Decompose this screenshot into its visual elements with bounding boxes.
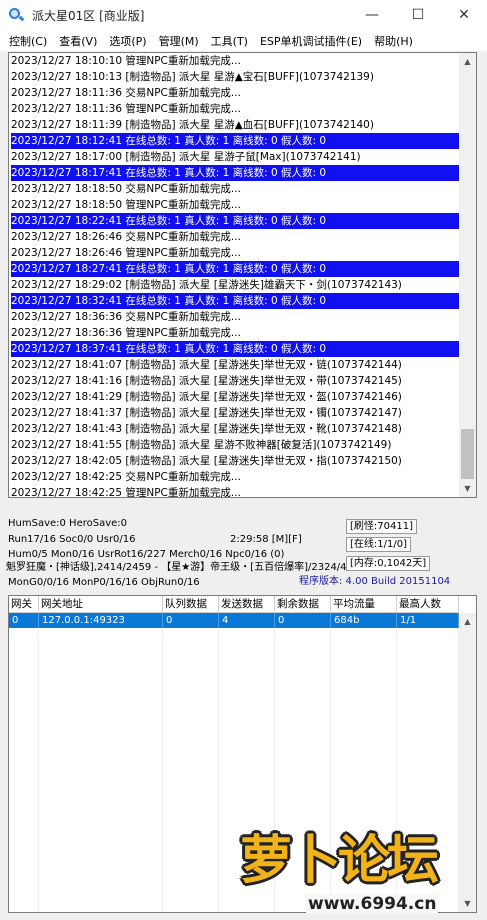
maximize-button[interactable]: ☐ [395,0,441,30]
log-line: 2023/12/27 18:26:46 管理NPC重新加载完成... [11,247,241,259]
log-line: 2023/12/27 18:36:36 交易NPC重新加载完成... [11,311,241,323]
log-line: 2023/12/27 18:36:36 管理NPC重新加载完成... [11,327,241,339]
cell-gateway: 0 [9,613,39,628]
log-line: 2023/12/27 18:41:29 [制造物品] 派大星 [星游迷失]举世无… [11,391,402,403]
magnifier-app-icon [8,7,25,23]
log-line: 2023/12/27 18:17:41 在线总数: 1 真人数: 1 离线数: … [11,165,459,181]
log-line: 2023/12/27 18:42:25 管理NPC重新加载完成... [11,487,241,498]
cell-sent: 4 [219,613,275,628]
col-traffic[interactable]: 平均流量 [331,596,397,613]
log-line: 2023/12/27 18:41:55 [制造物品] 派大星 星游不败神器[破复… [11,439,392,451]
log-line: 2023/12/27 18:37:41 在线总数: 1 真人数: 1 离线数: … [11,341,459,357]
hum-status: Hum0/5 Mon0/16 UsrRot16/227 Merch0/16 Np… [8,549,285,560]
menu-control[interactable]: 控制(C) [4,33,52,49]
col-address[interactable]: 网关地址 [39,596,163,613]
log-line: 2023/12/27 18:11:39 [制造物品] 派大星 星游▲血石[BUF… [11,119,374,131]
log-line: 2023/12/27 18:17:00 [制造物品] 派大星 星游子鼠[Max]… [11,151,361,163]
mongo-status: MonG0/0/16 MonP0/16/16 ObjRun0/16 [8,577,200,588]
log-line: 2023/12/27 18:41:43 [制造物品] 派大星 [星游迷失]举世无… [11,423,402,435]
window-title: 派大星01区 [商业版] [32,8,145,23]
title-bar: 派大星01区 [商业版] — ☐ ✕ [0,0,487,30]
col-gateway[interactable]: 网关 [9,596,39,613]
scroll-down-icon[interactable]: ▼ [459,480,476,497]
menu-manage[interactable]: 管理(M) [154,33,204,49]
log-list: 2023/12/27 18:10:10 管理NPC重新加载完成... 2023/1… [11,53,459,498]
log-line: 2023/12/27 18:22:41 在线总数: 1 真人数: 1 离线数: … [11,213,459,229]
cell-queue: 0 [163,613,219,628]
menu-options[interactable]: 选项(P) [104,33,151,49]
log-line: 2023/12/27 18:41:37 [制造物品] 派大星 [星游迷失]举世无… [11,407,402,419]
table-row[interactable]: 0 127.0.0.1:49323 0 4 0 684b 1/1 [9,613,459,628]
log-line: 2023/12/27 18:10:13 [制造物品] 派大星 星游▲宝石[BUF… [11,71,374,83]
scroll-up-icon[interactable]: ▲ [459,53,476,70]
menu-esp-plugin[interactable]: ESP单机调试插件(E) [255,33,367,49]
log-line: 2023/12/27 18:27:41 在线总数: 1 真人数: 1 离线数: … [11,261,459,277]
menu-view[interactable]: 查看(V) [54,33,102,49]
log-line: 2023/12/27 18:11:36 交易NPC重新加载完成... [11,87,241,99]
log-line: 2023/12/27 18:18:50 管理NPC重新加载完成... [11,199,241,211]
menu-bar: 控制(C) 查看(V) 选项(P) 管理(M) 工具(T) ESP单机调试插件(… [0,30,487,51]
forum-url: www.6994.cn [306,894,439,914]
cell-address: 127.0.0.1:49323 [39,613,163,628]
log-line: 2023/12/27 18:10:10 管理NPC重新加载完成... [11,55,241,67]
log-line: 2023/12/27 18:42:25 交易NPC重新加载完成... [11,471,241,483]
col-sent[interactable]: 发送数据 [219,596,275,613]
log-line: 2023/12/27 18:42:05 [制造物品] 派大星 [星游迷失]举世无… [11,455,402,467]
online-status: [在线:1/1/0] [346,537,411,552]
cell-max-users: 1/1 [397,613,459,628]
log-line: 2023/12/27 18:41:07 [制造物品] 派大星 [星游迷失]举世无… [11,359,402,371]
log-line: 2023/12/27 18:32:41 在线总数: 1 真人数: 1 离线数: … [11,293,459,309]
clock-status: 2:29:58 [M][F] [230,534,302,545]
log-line: 2023/12/27 18:12:41 在线总数: 1 真人数: 1 离线数: … [11,133,459,149]
col-queue[interactable]: 队列数据 [163,596,219,613]
window-controls: — ☐ ✕ [349,0,487,30]
watermark: 萝卜论坛 www.6994.cn [240,818,480,918]
cell-remaining: 0 [275,613,331,628]
close-button[interactable]: ✕ [441,0,487,30]
refresh-monster-status: [刷怪:70411] [346,519,417,534]
menu-help[interactable]: 帮助(H) [369,33,418,49]
version-label: 程序版本: 4.00 Build 20151104 [299,576,451,587]
scroll-thumb[interactable] [461,429,474,479]
hum-save-status: HumSave:0 HeroSave:0 [8,518,128,529]
log-line: 2023/12/27 18:11:36 管理NPC重新加载完成... [11,103,241,115]
cell-traffic: 684b [331,613,397,628]
memory-status: [内存:0,1042天] [346,556,431,571]
log-panel[interactable]: 2023/12/27 18:10:10 管理NPC重新加载完成... 2023/1… [8,52,477,498]
scroll-up-icon[interactable]: ▲ [459,613,476,630]
table-header: 网关 网关地址 队列数据 发送数据 剩余数据 平均流量 最高人数 [9,596,459,613]
log-scrollbar[interactable]: ▲ ▼ [459,53,476,497]
log-line: 2023/12/27 18:26:46 交易NPC重新加载完成... [11,231,241,243]
minimize-button[interactable]: — [349,0,395,30]
run-status: Run17/16 Soc0/0 Usr0/16 [8,534,136,545]
col-remaining[interactable]: 剩余数据 [275,596,331,613]
forum-logo: 萝卜论坛 [240,831,439,891]
menu-tools[interactable]: 工具(T) [206,33,253,49]
log-line: 2023/12/27 18:29:02 [制造物品] 派大星 [星游迷失]雄霸天… [11,279,402,291]
col-max-users[interactable]: 最高人数 [397,596,459,613]
log-line: 2023/12/27 18:18:50 交易NPC重新加载完成... [11,183,241,195]
log-line: 2023/12/27 18:41:16 [制造物品] 派大星 [星游迷失]举世无… [11,375,402,387]
